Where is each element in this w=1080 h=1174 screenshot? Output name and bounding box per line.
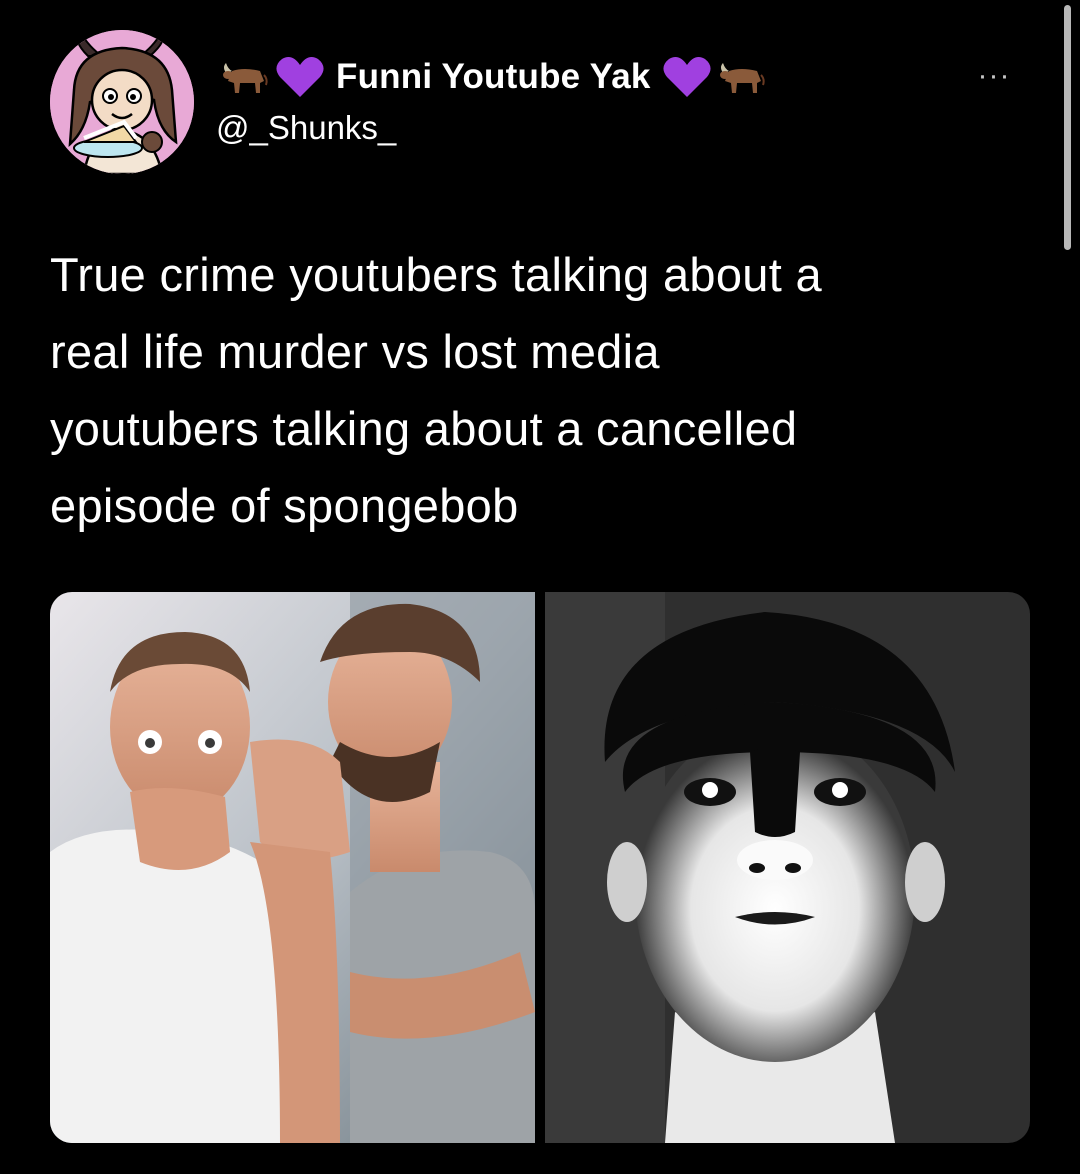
lit-face-image-icon [545,592,1030,1143]
more-options-button[interactable]: ··· [968,56,1020,96]
avatar-illustration-icon [50,30,194,174]
more-dots-icon: ··· [977,59,1011,92]
scrollbar[interactable] [1064,5,1071,250]
purple-heart-icon [276,55,324,99]
user-handle[interactable]: @_Shunks_ [216,109,396,147]
ox-icon [717,59,767,95]
tweet-text: True crime youtubers talking about a rea… [50,248,822,532]
tweet: Funni Youtube Yak @_Shunks_ ··· True cri… [0,0,1080,1174]
tweet-media [50,592,1030,1143]
purple-heart-icon [663,55,711,99]
avatar[interactable] [50,30,194,174]
photo-lit-face[interactable] [545,592,1030,1143]
ox-icon [220,59,270,95]
display-name-row[interactable]: Funni Youtube Yak [220,50,767,104]
display-name: Funni Youtube Yak [336,57,651,96]
photo-whispering-men[interactable] [50,592,535,1143]
whispering-men-image-icon [50,592,535,1143]
